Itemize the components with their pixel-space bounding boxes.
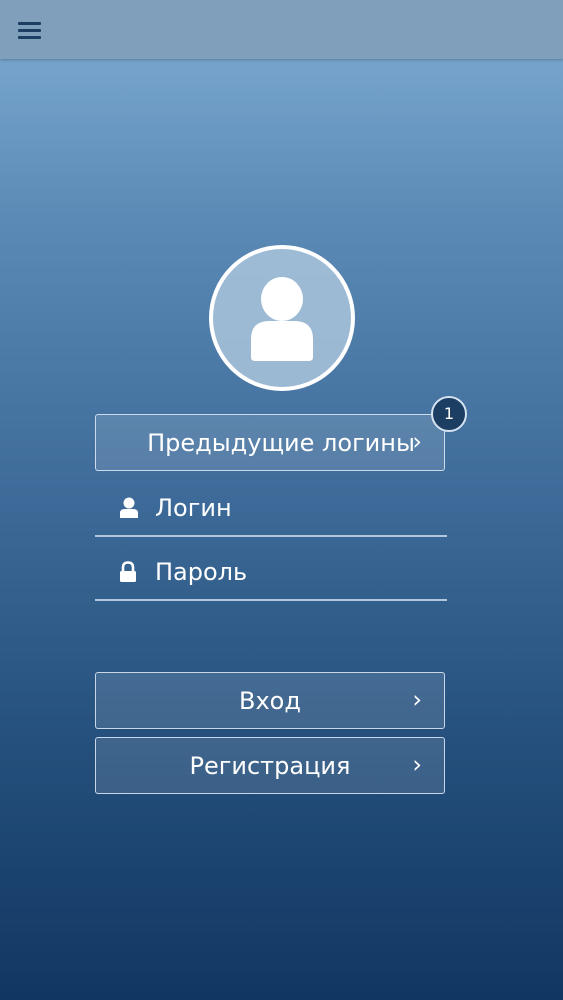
password-input[interactable] — [155, 545, 435, 599]
user-silhouette-icon — [251, 277, 313, 361]
user-icon — [120, 497, 138, 518]
chevron-right-icon: › — [412, 685, 422, 714]
chevron-right-icon: › — [412, 750, 422, 779]
chevron-right-icon: › — [412, 427, 422, 456]
menu-line — [17, 35, 41, 39]
avatar — [209, 245, 355, 391]
register-button-label: Регистрация — [189, 751, 351, 780]
lock-icon — [120, 561, 136, 582]
register-button[interactable]: Регистрация › — [95, 737, 445, 794]
top-app-bar — [0, 0, 563, 59]
menu-line — [17, 28, 41, 32]
previous-logins-button[interactable]: Предыдущие логины › — [95, 414, 445, 471]
hamburger-menu-icon[interactable] — [12, 14, 46, 46]
password-field — [95, 545, 447, 601]
login-field — [95, 481, 447, 537]
previous-logins-label: Предыдущие логины — [147, 428, 415, 457]
login-input[interactable] — [155, 481, 435, 535]
menu-line — [17, 21, 41, 25]
login-button-label: Вход — [239, 686, 301, 715]
login-screen: Предыдущие логины › 1 Вход › Регистрация… — [0, 0, 563, 1000]
login-button[interactable]: Вход › — [95, 672, 445, 729]
previous-logins-count-badge: 1 — [431, 396, 467, 432]
